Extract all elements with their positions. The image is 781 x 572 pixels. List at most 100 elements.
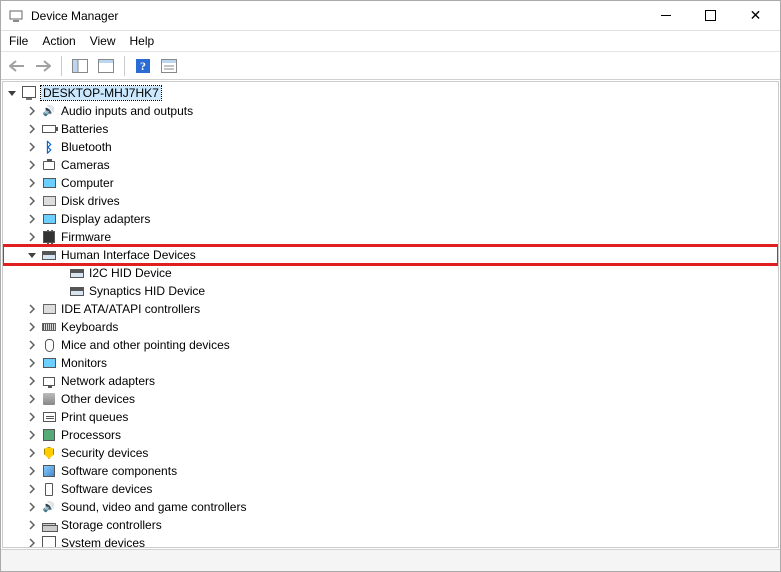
- expander-closed-icon[interactable]: [25, 410, 39, 424]
- expander-closed-icon[interactable]: [25, 104, 39, 118]
- tree-node-label: Mice and other pointing devices: [61, 338, 230, 352]
- expander-closed-icon[interactable]: [25, 464, 39, 478]
- expander-closed-icon[interactable]: [25, 518, 39, 532]
- toolbar: ?: [1, 52, 780, 80]
- speaker-icon: 🔊: [41, 103, 57, 119]
- expander-closed-icon[interactable]: [25, 176, 39, 190]
- monitor-icon: [41, 355, 57, 371]
- tree-node-label: Processors: [61, 428, 121, 442]
- expander-closed-icon[interactable]: [25, 536, 39, 548]
- kbd-icon: [41, 319, 57, 335]
- app-icon: [9, 8, 25, 24]
- tree-node[interactable]: ᛒBluetooth: [3, 138, 778, 156]
- hid-icon: [69, 265, 85, 281]
- tree-node[interactable]: DESKTOP-MHJ7HK7: [3, 84, 778, 102]
- titlebar: Device Manager ✕: [1, 1, 780, 31]
- tree-node[interactable]: System devices: [3, 534, 778, 548]
- pkg-icon: [41, 463, 57, 479]
- tree-node[interactable]: Print queues: [3, 408, 778, 426]
- computer-icon: [21, 85, 37, 101]
- tree-node[interactable]: Human Interface Devices: [3, 246, 778, 264]
- tree-node-label: Storage controllers: [61, 518, 162, 532]
- expander-closed-icon[interactable]: [25, 392, 39, 406]
- tree-node[interactable]: Security devices: [3, 444, 778, 462]
- help-button[interactable]: ?: [131, 55, 155, 77]
- forward-button[interactable]: [31, 55, 55, 77]
- tree-node[interactable]: Monitors: [3, 354, 778, 372]
- console-tree-button[interactable]: [68, 55, 92, 77]
- speaker-icon: 🔊: [41, 499, 57, 515]
- bt-icon: ᛒ: [41, 139, 57, 155]
- disk-icon: [41, 301, 57, 317]
- tree-node-label: Sound, video and game controllers: [61, 500, 246, 514]
- tree-node[interactable]: 🔊 Sound, video and game controllers: [3, 498, 778, 516]
- menu-file[interactable]: File: [9, 34, 28, 48]
- expander-closed-icon[interactable]: [25, 500, 39, 514]
- tree-node[interactable]: Computer: [3, 174, 778, 192]
- monitor-icon: [41, 175, 57, 191]
- hid-icon: [41, 247, 57, 263]
- properties-button[interactable]: [94, 55, 118, 77]
- tree-node[interactable]: Keyboards: [3, 318, 778, 336]
- tree-node-label: Other devices: [61, 392, 135, 406]
- maximize-button[interactable]: [688, 2, 733, 30]
- expander-closed-icon[interactable]: [25, 374, 39, 388]
- tree-node[interactable]: Software devices: [3, 480, 778, 498]
- action-button[interactable]: [157, 55, 181, 77]
- tree-node-label: Print queues: [61, 410, 128, 424]
- tree-node[interactable]: Cameras: [3, 156, 778, 174]
- expander-closed-icon[interactable]: [25, 302, 39, 316]
- hid-icon: [69, 283, 85, 299]
- expander-closed-icon[interactable]: [25, 230, 39, 244]
- tree-node-label: Batteries: [61, 122, 108, 136]
- tree-node-label: Disk drives: [61, 194, 120, 208]
- expander-closed-icon[interactable]: [25, 356, 39, 370]
- tree-node-label: Display adapters: [61, 212, 150, 226]
- tree-node[interactable]: Disk drives: [3, 192, 778, 210]
- tree-node[interactable]: Batteries: [3, 120, 778, 138]
- expander-closed-icon[interactable]: [25, 122, 39, 136]
- expander-closed-icon[interactable]: [25, 428, 39, 442]
- tree-area: DESKTOP-MHJ7HK7🔊Audio inputs and outputs…: [1, 80, 780, 571]
- tree-node-label: Keyboards: [61, 320, 118, 334]
- tree-node[interactable]: Storage controllers: [3, 516, 778, 534]
- expander-closed-icon[interactable]: [25, 338, 39, 352]
- phone-icon: [41, 481, 57, 497]
- tree-node-label: Security devices: [61, 446, 148, 460]
- tree-node[interactable]: IDE ATA/ATAPI controllers: [3, 300, 778, 318]
- queue-icon: [41, 409, 57, 425]
- tree-node[interactable]: Mice and other pointing devices: [3, 336, 778, 354]
- tree-node[interactable]: Network adapters: [3, 372, 778, 390]
- tree-node[interactable]: 🔊Audio inputs and outputs: [3, 102, 778, 120]
- expander-open-icon[interactable]: [5, 86, 19, 100]
- expander-closed-icon[interactable]: [25, 212, 39, 226]
- tree-node-label: Firmware: [61, 230, 111, 244]
- tree-node[interactable]: Processors: [3, 426, 778, 444]
- device-tree[interactable]: DESKTOP-MHJ7HK7🔊Audio inputs and outputs…: [2, 81, 779, 548]
- tree-node[interactable]: Other devices: [3, 390, 778, 408]
- minimize-button[interactable]: [643, 2, 688, 30]
- tree-node[interactable]: Synaptics HID Device: [3, 282, 778, 300]
- expander-closed-icon[interactable]: [25, 446, 39, 460]
- expander-closed-icon[interactable]: [25, 320, 39, 334]
- tree-node[interactable]: Firmware: [3, 228, 778, 246]
- back-button[interactable]: [5, 55, 29, 77]
- tree-node[interactable]: I2C HID Device: [3, 264, 778, 282]
- expander-open-icon[interactable]: [25, 248, 39, 262]
- tree-node[interactable]: Display adapters: [3, 210, 778, 228]
- expander-closed-icon[interactable]: [25, 158, 39, 172]
- menu-help[interactable]: Help: [130, 34, 155, 48]
- generic-icon: [41, 391, 57, 407]
- disk-icon: [41, 193, 57, 209]
- expander-none: [53, 266, 67, 280]
- tree-node[interactable]: Software components: [3, 462, 778, 480]
- menu-view[interactable]: View: [90, 34, 116, 48]
- expander-closed-icon[interactable]: [25, 140, 39, 154]
- menu-action[interactable]: Action: [42, 34, 75, 48]
- mouse-icon: [41, 337, 57, 353]
- expander-closed-icon[interactable]: [25, 482, 39, 496]
- close-button[interactable]: ✕: [733, 2, 778, 30]
- tree-node-label: IDE ATA/ATAPI controllers: [61, 302, 200, 316]
- tree-node-label: Software components: [61, 464, 177, 478]
- expander-closed-icon[interactable]: [25, 194, 39, 208]
